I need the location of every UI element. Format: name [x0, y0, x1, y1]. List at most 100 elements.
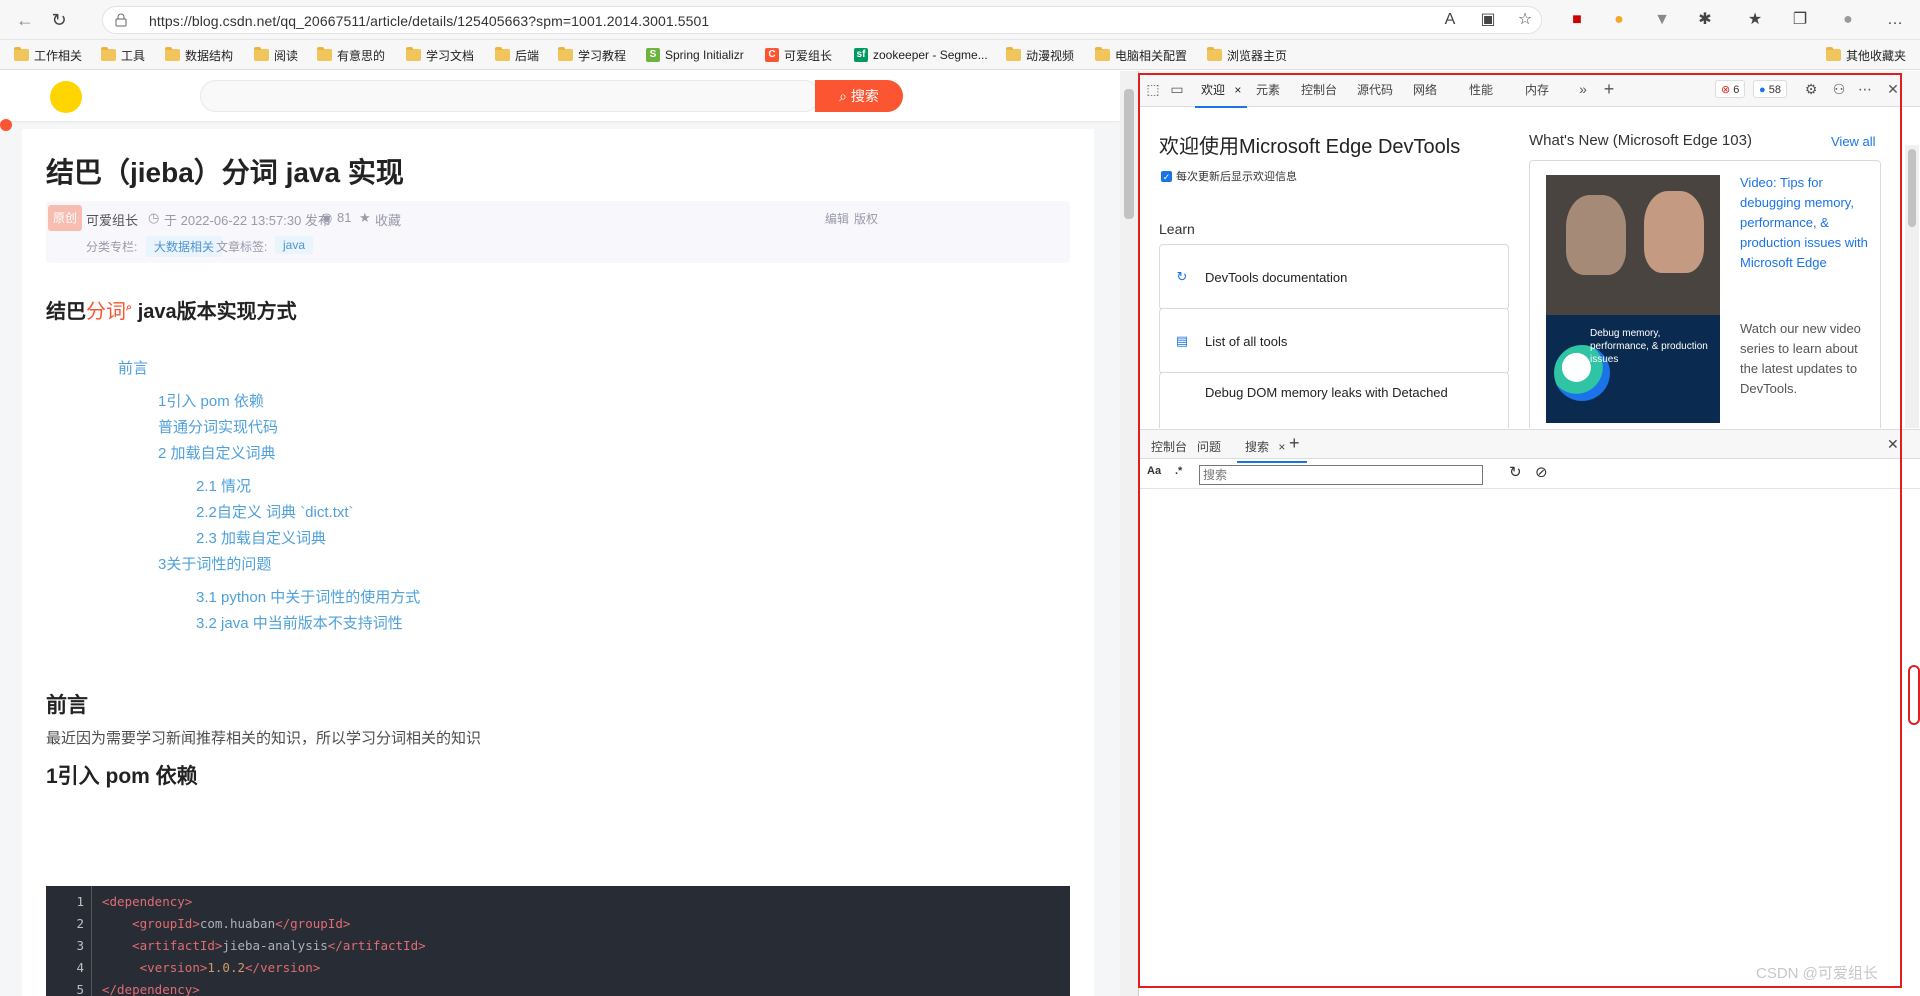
- bookmark-folder[interactable]: 浏览器主页: [1207, 47, 1287, 63]
- toc-item[interactable]: 2.1 情况: [196, 475, 251, 496]
- toc-item[interactable]: 2 加载自定义词典: [158, 442, 276, 463]
- view-all-link[interactable]: View all: [1831, 134, 1876, 149]
- video-title-link[interactable]: Video: Tips for debugging memory, perfor…: [1740, 173, 1870, 273]
- add-favorite-icon[interactable]: ☆: [1515, 10, 1535, 30]
- devtools-docs-card[interactable]: ↻ DevTools documentation: [1159, 244, 1509, 310]
- bookmark-folder[interactable]: 动漫视频: [1006, 47, 1074, 63]
- bookmark-link[interactable]: C 可爱组长: [765, 47, 832, 63]
- extension-3-icon[interactable]: ▼: [1652, 10, 1672, 30]
- clear-search-icon[interactable]: ⊘: [1535, 463, 1548, 481]
- toc-item[interactable]: 前言: [118, 357, 148, 378]
- search-toolbar: Aa .* ↻ ⊘: [1139, 459, 1920, 489]
- video-thumbnail[interactable]: Debug memory, performance, & production …: [1546, 175, 1720, 423]
- back-icon[interactable]: ←: [14, 9, 36, 31]
- article-tag[interactable]: java: [275, 236, 314, 254]
- edit-link[interactable]: 编辑: [825, 210, 849, 227]
- tools-list-card[interactable]: ▤ List of all tools: [1159, 308, 1509, 374]
- bookmark-folder[interactable]: 工作相关: [14, 47, 82, 63]
- more-menu-icon[interactable]: …: [1885, 10, 1905, 30]
- bookmark-folder[interactable]: 学习教程: [558, 47, 626, 63]
- error-count-badge[interactable]: ⊗ 6: [1715, 80, 1746, 98]
- profile-avatar-icon[interactable]: ●: [1838, 10, 1858, 30]
- page-scrollbar[interactable]: [1120, 71, 1138, 996]
- favorite-link[interactable]: 收藏: [375, 210, 401, 229]
- toc-item[interactable]: 2.2自定义 词典 `dict.txt`: [196, 501, 354, 522]
- close-drawer-icon[interactable]: ✕: [1887, 436, 1899, 453]
- bookmark-folder[interactable]: 阅读: [254, 47, 298, 63]
- inspect-icon[interactable]: ⬚: [1143, 79, 1163, 99]
- copyright-link[interactable]: 版权: [854, 210, 878, 227]
- toc-item[interactable]: 3关于词性的问题: [158, 553, 271, 574]
- match-case-icon[interactable]: Aa: [1147, 465, 1161, 477]
- original-badge: 原创: [48, 205, 82, 231]
- regex-icon[interactable]: .*: [1175, 465, 1182, 477]
- show-welcome-checkbox[interactable]: ✓ 每次更新后显示欢迎信息: [1161, 168, 1297, 184]
- csdn-logo[interactable]: [50, 81, 82, 113]
- extension-icon[interactable]: ■: [1567, 10, 1587, 30]
- other-bookmarks[interactable]: 其他收藏夹: [1826, 47, 1906, 63]
- clock-icon: ◷: [148, 210, 160, 225]
- tab-performance[interactable]: 性能: [1469, 81, 1493, 98]
- site-search-button[interactable]: ⌕ 搜索: [815, 80, 903, 112]
- tab-elements[interactable]: 元素: [1256, 81, 1280, 98]
- checkbox-icon[interactable]: ✓: [1161, 170, 1172, 182]
- bookmark-folder[interactable]: 电脑相关配置: [1095, 47, 1187, 63]
- close-icon[interactable]: ×: [1234, 83, 1241, 97]
- bookmark-link[interactable]: S Spring Initializr: [646, 47, 744, 63]
- bookmark-link[interactable]: sf zookeeper - Segme...: [854, 47, 988, 63]
- tab-console[interactable]: 控制台: [1301, 81, 1337, 98]
- bookmark-folder[interactable]: 数据结构: [165, 47, 233, 63]
- tab-welcome[interactable]: 欢迎 ×: [1194, 81, 1248, 108]
- author-name[interactable]: 可爱组长: [86, 210, 138, 229]
- device-toolbar-icon[interactable]: ▭: [1167, 79, 1187, 99]
- close-icon[interactable]: ×: [1278, 440, 1285, 454]
- add-drawer-tab-icon[interactable]: +: [1289, 433, 1300, 454]
- feedback-icon[interactable]: ⚇: [1829, 79, 1849, 99]
- collections-icon[interactable]: ❐: [1790, 10, 1810, 30]
- url-text: https://blog.csdn.net/qq_20667511/articl…: [149, 13, 710, 29]
- toc-item[interactable]: 1引入 pom 依赖: [158, 390, 264, 411]
- bookmark-folder[interactable]: 有意思的: [317, 47, 385, 63]
- scroll-thumb[interactable]: [1124, 89, 1134, 219]
- favorites-icon[interactable]: ★: [1745, 10, 1765, 30]
- bookmark-folder[interactable]: 工具: [101, 47, 145, 63]
- app-available-icon[interactable]: ▣: [1478, 10, 1498, 30]
- add-tab-icon[interactable]: +: [1599, 79, 1619, 99]
- refresh-search-icon[interactable]: ↻: [1509, 463, 1522, 481]
- close-devtools-icon[interactable]: ✕: [1883, 79, 1903, 99]
- search-icon: ⌕: [839, 88, 851, 104]
- toc-item[interactable]: 3.2 java 中当前版本不支持词性: [196, 612, 403, 633]
- extensions-icon[interactable]: ✱: [1695, 10, 1715, 30]
- tab-memory[interactable]: 内存: [1525, 81, 1549, 98]
- message-count-badge[interactable]: ● 58: [1753, 80, 1787, 98]
- extension-2-icon[interactable]: ●: [1609, 10, 1629, 30]
- more-menu-icon[interactable]: ⋯: [1855, 79, 1875, 99]
- drawer-tab-search[interactable]: 搜索 ×: [1236, 438, 1308, 463]
- memory-leak-card[interactable]: Debug DOM memory leaks with Detached: [1159, 372, 1509, 428]
- site-search-input[interactable]: [200, 80, 820, 112]
- line-number: 2: [76, 916, 84, 931]
- more-tabs-icon[interactable]: »: [1573, 79, 1593, 99]
- folder-icon: [1095, 47, 1110, 61]
- drawer-tab-console[interactable]: 控制台: [1151, 438, 1187, 455]
- devtools-search-input[interactable]: [1199, 465, 1483, 485]
- keyword-link[interactable]: 分词: [86, 301, 126, 323]
- welcome-scrollbar[interactable]: [1905, 145, 1919, 428]
- bookmark-folder[interactable]: 学习文档: [406, 47, 474, 63]
- column-tag[interactable]: 大数据相关: [146, 236, 223, 257]
- gear-icon[interactable]: ⚙: [1801, 79, 1821, 99]
- read-aloud-icon[interactable]: A: [1440, 10, 1460, 30]
- video-card[interactable]: Debug memory, performance, & production …: [1529, 160, 1881, 428]
- refresh-icon[interactable]: ↻: [48, 9, 70, 31]
- drawer-tab-issues[interactable]: 问题: [1197, 438, 1221, 455]
- tab-sources[interactable]: 源代码: [1357, 81, 1393, 98]
- bookmark-folder[interactable]: 后端: [495, 47, 539, 63]
- toc-item[interactable]: 3.1 python 中关于词性的使用方式: [196, 586, 420, 607]
- line-number: 5: [76, 982, 84, 996]
- scroll-thumb[interactable]: [1908, 149, 1916, 227]
- address-bar[interactable]: https://blog.csdn.net/qq_20667511/articl…: [102, 6, 1542, 34]
- folder-icon: [495, 47, 510, 61]
- tab-network[interactable]: 网络: [1413, 81, 1437, 98]
- toc-item[interactable]: 普通分词实现代码: [158, 416, 278, 437]
- toc-item[interactable]: 2.3 加载自定义词典: [196, 527, 326, 548]
